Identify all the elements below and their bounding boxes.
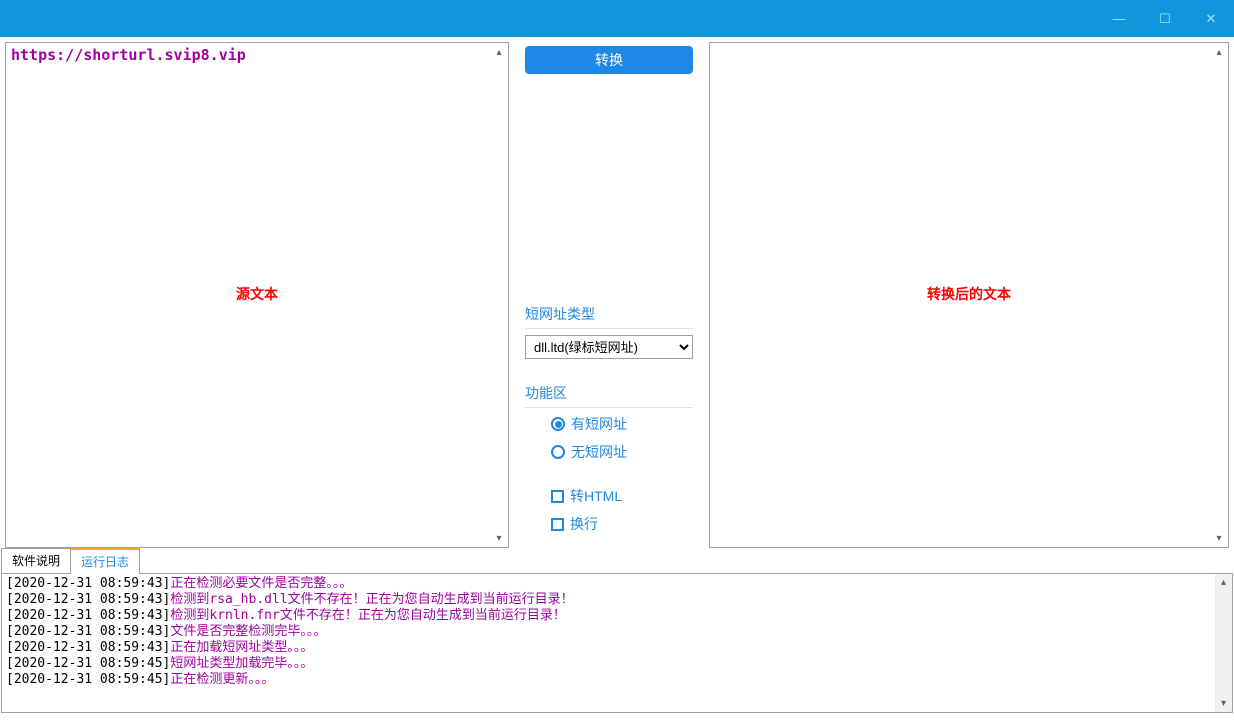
radio-icon xyxy=(551,417,565,431)
log-panel: [2020-12-31 08:59:43]正在检测必要文件是否完整。。。 [20… xyxy=(1,573,1233,713)
log-line: [2020-12-31 08:59:45]正在检测更新。。。 xyxy=(6,672,1228,688)
shorturl-type-label: 短网址类型 xyxy=(525,304,693,324)
checkbox-icon xyxy=(551,490,564,503)
radio-has-short[interactable]: 有短网址 xyxy=(551,414,693,434)
convert-button[interactable]: 转换 xyxy=(525,46,693,74)
log-message: 检测到krnln.fnr文件不存在！正在为您自动生成到当前运行目录！ xyxy=(170,608,565,623)
minimize-icon: — xyxy=(1113,11,1126,26)
log-line: [2020-12-31 08:59:45]短网址类型加载完毕。。。 xyxy=(6,656,1228,672)
scroll-up-icon[interactable]: ▴ xyxy=(1211,44,1227,60)
shorturl-type-select[interactable]: dll.ltd(绿标短网址) xyxy=(525,335,693,359)
tab-log[interactable]: 运行日志 xyxy=(70,548,140,573)
check-wrap[interactable]: 换行 xyxy=(551,514,693,534)
check-label: 换行 xyxy=(570,514,598,534)
log-line: [2020-12-31 08:59:43]正在检测必要文件是否完整。。。 xyxy=(6,576,1228,592)
close-icon: ✕ xyxy=(1206,11,1217,27)
radio-icon xyxy=(551,445,565,459)
function-label: 功能区 xyxy=(525,383,693,403)
log-content: [2020-12-31 08:59:43]正在检测必要文件是否完整。。。 [20… xyxy=(2,574,1232,690)
function-section: 功能区 有短网址 无短网址 转HTML 换行 xyxy=(521,383,697,542)
radio-no-short[interactable]: 无短网址 xyxy=(551,442,693,462)
tab-info[interactable]: 软件说明 xyxy=(1,548,71,573)
log-line: [2020-12-31 08:59:43]正在加载短网址类型。。。 xyxy=(6,640,1228,656)
controls-column: 转换 短网址类型 dll.ltd(绿标短网址) 功能区 有短网址 无短网址 xyxy=(521,42,697,542)
tabs-bar: 软件说明 运行日志 xyxy=(1,548,1233,574)
scroll-down-icon[interactable]: ▾ xyxy=(491,530,507,546)
log-timestamp: [2020-12-31 08:59:45] xyxy=(6,672,170,687)
minimize-button[interactable]: — xyxy=(1096,0,1142,37)
log-message: 文件是否完整检测完毕。。。 xyxy=(170,624,326,639)
log-message: 正在检测更新。。。 xyxy=(170,672,274,687)
log-line: [2020-12-31 08:59:43]文件是否完整检测完毕。。。 xyxy=(6,624,1228,640)
result-panel[interactable]: 转换后的文本 ▴ ▾ xyxy=(709,42,1229,548)
log-message: 正在检测必要文件是否完整。。。 xyxy=(170,576,352,591)
log-message: 正在加载短网址类型。。。 xyxy=(170,640,313,655)
maximize-icon: ☐ xyxy=(1159,11,1171,27)
window-titlebar: — ☐ ✕ xyxy=(0,0,1234,37)
log-timestamp: [2020-12-31 08:59:43] xyxy=(6,592,170,607)
log-message: 检测到rsa_hb.dll文件不存在！正在为您自动生成到当前运行目录！ xyxy=(170,592,573,607)
maximize-button[interactable]: ☐ xyxy=(1142,0,1188,37)
source-panel[interactable]: https://shorturl.svip8.vip 源文本 ▴ ▾ xyxy=(5,42,509,548)
scroll-down-icon[interactable]: ▾ xyxy=(1215,695,1232,712)
log-timestamp: [2020-12-31 08:59:45] xyxy=(6,656,170,671)
main-content: https://shorturl.svip8.vip 源文本 ▴ ▾ 转换 短网… xyxy=(0,37,1234,547)
source-url-text: https://shorturl.svip8.vip xyxy=(11,46,246,64)
source-label: 源文本 xyxy=(236,284,278,304)
result-label: 转换后的文本 xyxy=(927,284,1011,304)
check-to-html[interactable]: 转HTML xyxy=(551,486,693,506)
close-button[interactable]: ✕ xyxy=(1188,0,1234,37)
scroll-down-icon[interactable]: ▾ xyxy=(1211,530,1227,546)
log-line: [2020-12-31 08:59:43]检测到rsa_hb.dll文件不存在！… xyxy=(6,592,1228,608)
scroll-up-icon[interactable]: ▴ xyxy=(491,44,507,60)
radio-label: 无短网址 xyxy=(571,442,627,462)
check-label: 转HTML xyxy=(570,486,622,506)
log-message: 短网址类型加载完毕。。。 xyxy=(170,656,313,671)
log-timestamp: [2020-12-31 08:59:43] xyxy=(6,640,170,655)
divider xyxy=(525,328,693,329)
scroll-track[interactable] xyxy=(1215,591,1232,695)
checks-group: 转HTML 换行 xyxy=(525,486,693,534)
log-scrollbar[interactable]: ▴ ▾ xyxy=(1215,574,1232,712)
divider xyxy=(525,407,693,408)
log-timestamp: [2020-12-31 08:59:43] xyxy=(6,608,170,623)
checkbox-icon xyxy=(551,518,564,531)
scroll-up-icon[interactable]: ▴ xyxy=(1215,574,1232,591)
shorturl-type-section: 短网址类型 dll.ltd(绿标短网址) xyxy=(521,304,697,359)
radio-label: 有短网址 xyxy=(571,414,627,434)
log-line: [2020-12-31 08:59:43]检测到krnln.fnr文件不存在！正… xyxy=(6,608,1228,624)
log-timestamp: [2020-12-31 08:59:43] xyxy=(6,624,170,639)
log-timestamp: [2020-12-31 08:59:43] xyxy=(6,576,170,591)
